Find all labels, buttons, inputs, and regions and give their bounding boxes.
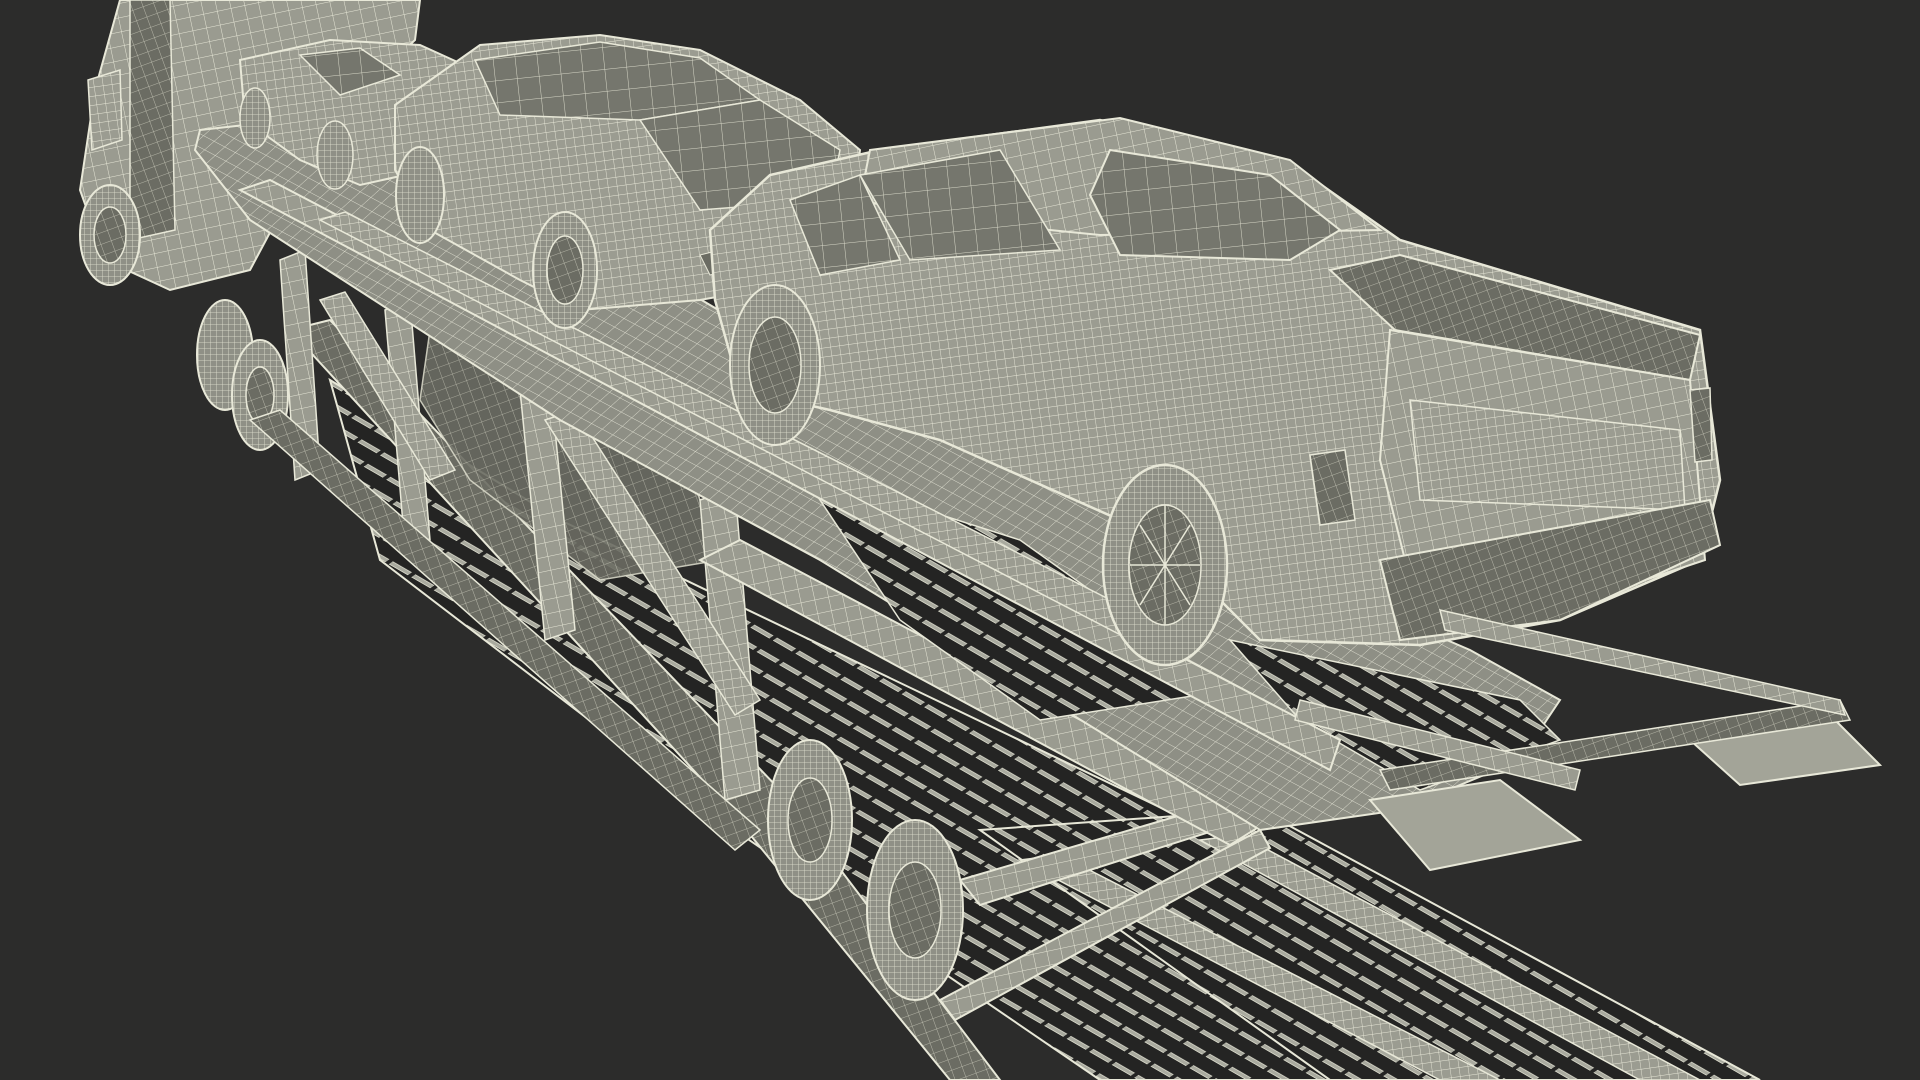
wireframe-render	[0, 0, 1920, 1080]
render-viewport	[0, 0, 1920, 1080]
